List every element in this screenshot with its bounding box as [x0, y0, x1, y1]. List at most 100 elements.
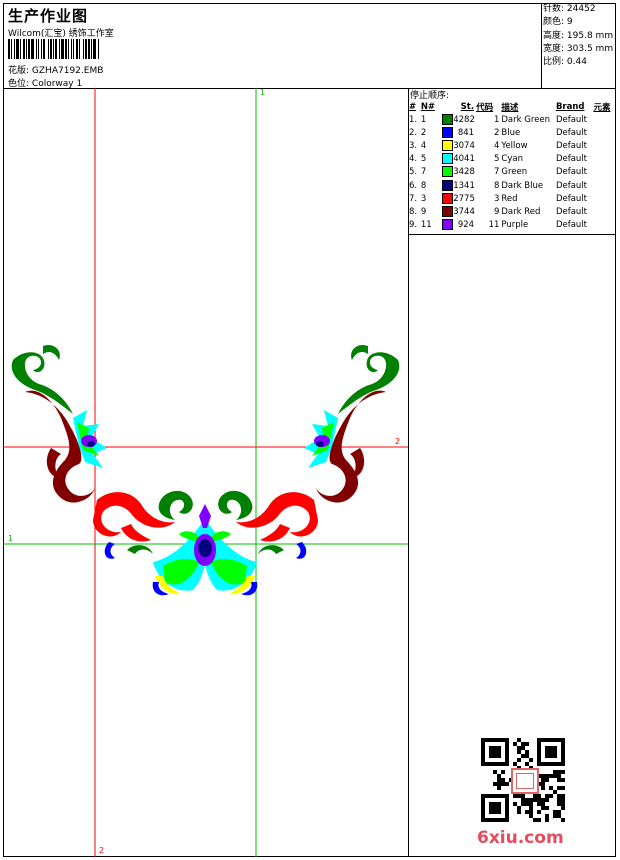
- row-index-text: 5.: [409, 167, 418, 178]
- height-value: 195.8 mm: [566, 30, 614, 41]
- qr-module: [541, 798, 545, 802]
- qr-module: [517, 746, 521, 750]
- row-code: 4: [475, 139, 500, 152]
- row-description-text: Yellow: [501, 140, 528, 151]
- qr-module: [525, 750, 529, 754]
- qr-module: [489, 746, 501, 758]
- qr-module: [517, 810, 521, 814]
- color-row: 3. 4 3074 4 Yellow Default: [408, 139, 616, 152]
- col-description: 描述: [501, 102, 519, 113]
- scale-value: 0.44: [566, 57, 587, 68]
- color-table-header: # N# St. 代码 描述 Brand 元素: [408, 100, 616, 113]
- row-code-text: 7: [493, 167, 500, 178]
- row-code-text: 11: [488, 220, 500, 231]
- dark-green-leaf-right: [351, 344, 368, 360]
- row-code: 9: [475, 205, 500, 218]
- qr-module: [525, 810, 529, 814]
- dark-blue-bud-center: [198, 539, 212, 557]
- qr-module: [525, 802, 529, 806]
- row-needle: 5: [420, 153, 441, 166]
- color-row: 6. 8 1341 8 Dark Blue Default: [408, 179, 616, 192]
- row-description-text: Cyan: [501, 154, 523, 165]
- stitches-row: 针数: 24452: [542, 3, 616, 16]
- row-needle-text: 8: [420, 180, 427, 191]
- qr-module: [541, 786, 545, 790]
- blue-curl-left: [104, 542, 115, 559]
- table-divider: [408, 234, 616, 235]
- seal-stamp-icon: [511, 768, 539, 794]
- row-stitches-text: 2775: [453, 193, 475, 204]
- qr-module: [541, 782, 545, 786]
- row-code-text: 1: [493, 114, 500, 125]
- qr-module: [541, 802, 545, 806]
- qr-module: [541, 774, 545, 778]
- row-element: [592, 139, 616, 152]
- row-stitches-text: 4282: [453, 114, 475, 125]
- row-index: 7.: [408, 192, 420, 205]
- qr-module: [525, 742, 529, 746]
- row-element: [592, 153, 616, 166]
- color-swatch: [442, 153, 454, 165]
- qr-module: [497, 782, 501, 786]
- colors-value: 9: [566, 17, 573, 28]
- row-stitches: 4282: [441, 113, 475, 126]
- row-code: 2: [475, 126, 500, 139]
- row-stitches-text: 841: [457, 127, 475, 138]
- qr-module: [557, 814, 561, 818]
- qr-module: [521, 802, 525, 806]
- qr-module: [557, 770, 561, 774]
- row-element: [592, 205, 616, 218]
- row-description: Dark Green: [500, 113, 555, 126]
- row-index-text: 1.: [409, 114, 418, 125]
- color-swatch: [442, 139, 454, 151]
- qr-module: [553, 814, 557, 818]
- qr-module: [493, 782, 497, 786]
- row-index: 1.: [408, 113, 420, 126]
- qr-module: [529, 814, 533, 818]
- qr-module: [521, 794, 525, 798]
- qr-module: [537, 798, 541, 802]
- col-element: 元素: [593, 102, 611, 113]
- color-row: 1. 1 4282 1 Dark Green Default: [408, 113, 616, 126]
- row-stitches-text: 4041: [453, 154, 475, 165]
- colors-row: 颜色: 9: [542, 16, 616, 29]
- qr-module: [529, 758, 533, 762]
- dark-green-leaf-left: [43, 344, 60, 360]
- row-description-text: Purple: [501, 220, 529, 231]
- row-stitches: 1341: [441, 179, 475, 192]
- dark-green-lower-left: [127, 545, 153, 554]
- guide-label-right: 2: [395, 437, 401, 446]
- color-row: 4. 5 4041 5 Cyan Default: [408, 153, 616, 166]
- qr-module: [513, 794, 517, 798]
- design-left-half: [11, 344, 193, 559]
- row-needle-text: 9: [420, 206, 427, 217]
- company-name: Wilcom(汇宝) 绣饰工作室: [8, 29, 114, 39]
- dark-blue-bud-right: [316, 441, 324, 447]
- row-index: 9.: [408, 219, 420, 232]
- qr-module: [521, 754, 525, 758]
- qr-module: [561, 786, 565, 790]
- row-stitches-text: 3744: [453, 206, 475, 217]
- qr-module: [517, 758, 521, 762]
- qr-module: [561, 802, 565, 806]
- barcode: [8, 39, 154, 59]
- row-code: 11: [475, 219, 500, 232]
- qr-module: [553, 774, 557, 778]
- row-code-text: 2: [493, 127, 500, 138]
- design-value: GZHA7192.EMB: [31, 66, 104, 76]
- row-code-text: 4: [493, 140, 500, 151]
- guide-label-left: 1: [8, 534, 14, 543]
- qr-module: [505, 782, 509, 786]
- row-description: Red: [500, 192, 555, 205]
- design-right-half: [218, 344, 400, 559]
- blue-curl-right: [296, 542, 307, 559]
- guide-label-top: 1: [260, 88, 266, 97]
- row-index-text: 4.: [409, 154, 418, 165]
- row-code: 7: [475, 166, 500, 179]
- color-swatch: [442, 179, 454, 191]
- qr-module: [557, 802, 561, 806]
- qr-module: [533, 794, 537, 798]
- row-brand: Default: [555, 166, 593, 179]
- row-stitches: 4041: [441, 153, 475, 166]
- qr-module: [561, 794, 565, 798]
